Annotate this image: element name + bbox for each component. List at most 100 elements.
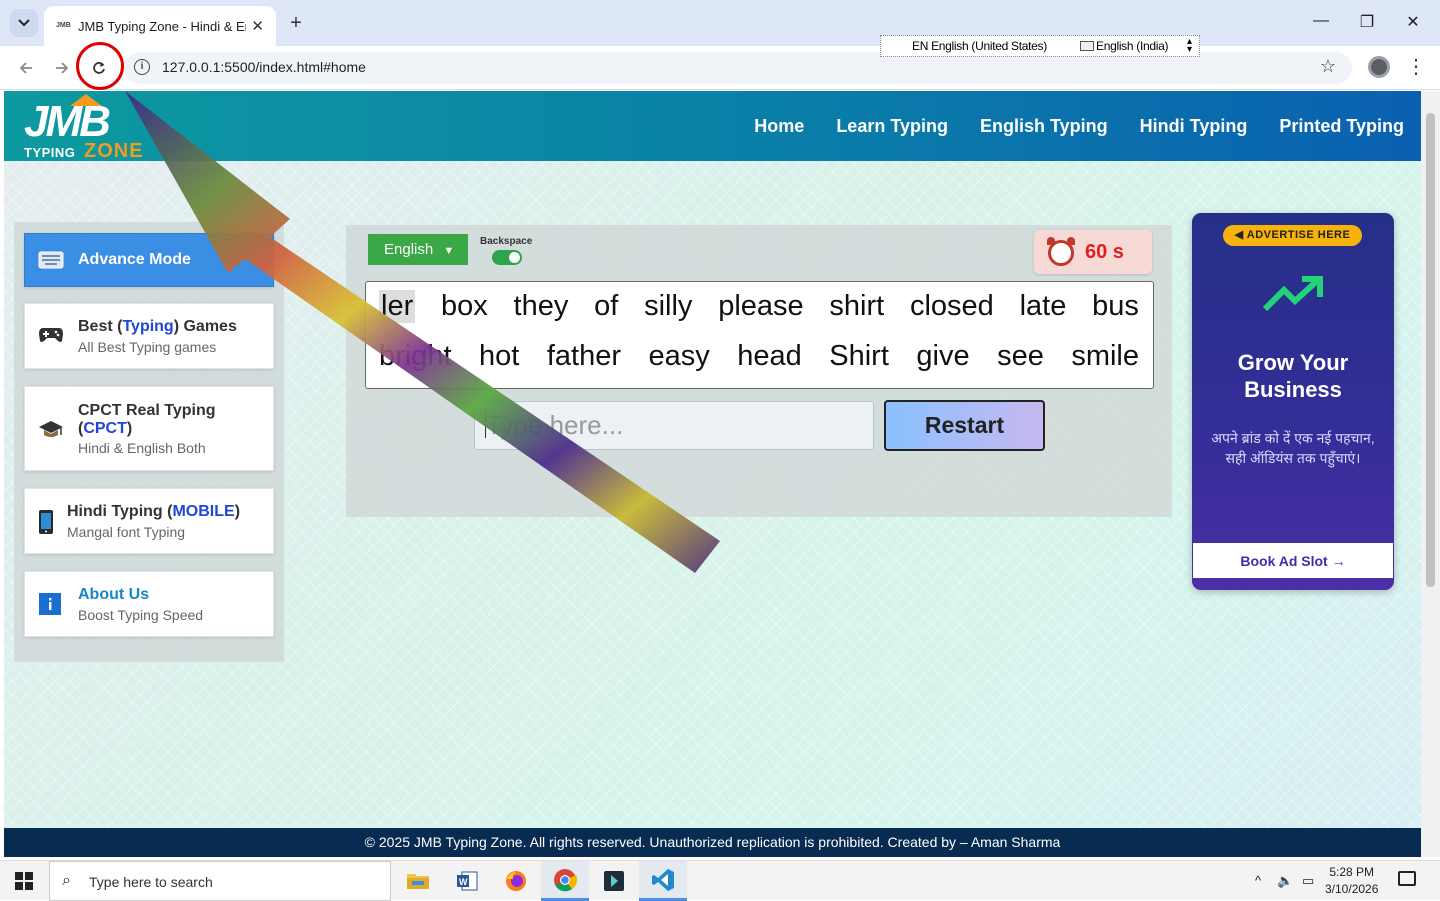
language-dropdown[interactable]: English ▼ [368, 234, 468, 265]
page-scrollbar[interactable] [1421, 91, 1440, 857]
input-language[interactable]: EN English (United States) [912, 39, 1047, 53]
logo-subtext: TYPING [24, 145, 76, 160]
back-button[interactable] [12, 54, 40, 82]
browser-tab[interactable]: JMB JMB Typing Zone - Hindi & Eng ✕ [44, 6, 276, 46]
nav-home[interactable]: Home [754, 116, 804, 137]
taskbar-search-placeholder: Type here to search [89, 874, 213, 890]
typing-input[interactable]: Type here... [474, 401, 874, 450]
system-clock[interactable]: 5:28 PM 3/10/2026 [1325, 864, 1378, 898]
browser-menu-icon[interactable]: ⋮ [1406, 54, 1426, 79]
sidebar-item-games[interactable]: Best (Typing) Games All Best Typing game… [24, 303, 274, 369]
text-line-2: bright hot father easy head Shirt give s… [379, 340, 1139, 373]
site-info-icon[interactable]: i [134, 59, 150, 75]
sidebar-item-hindi-mobile[interactable]: Hindi Typing (MOBILE) Mangal font Typing [24, 488, 274, 554]
sidebar-item-cpct[interactable]: CPCT Real Typing (CPCT) Hindi & English … [24, 386, 274, 471]
site-footer: © 2025 JMB Typing Zone. All rights reser… [4, 828, 1421, 857]
sidebar-item-advance-mode[interactable]: Advance Mode [24, 233, 274, 287]
app-launcher[interactable] [590, 861, 638, 901]
word: father [546, 340, 622, 372]
word: hot [479, 340, 520, 372]
sidebar-item-subtitle: Hindi & English Both [78, 440, 206, 456]
word: closed [909, 290, 994, 322]
word: box [441, 290, 488, 322]
nav-printed-typing[interactable]: Printed Typing [1279, 116, 1404, 137]
ad-title: Grow Your Business [1237, 350, 1349, 402]
nav-learn-typing[interactable]: Learn Typing [836, 116, 948, 137]
restore-button[interactable]: ❐ [1352, 12, 1382, 32]
word-app[interactable]: W [443, 861, 491, 901]
firefox-app[interactable] [492, 861, 540, 901]
sidebar-item-label: Hindi Typing (MOBILE) [67, 503, 241, 520]
windows-logo-icon [15, 872, 33, 890]
tab-search-button[interactable] [10, 9, 38, 37]
nav-hindi-typing[interactable]: Hindi Typing [1140, 116, 1248, 137]
dropdown-caret-icon: ▼ [443, 245, 455, 257]
vscode-app[interactable] [639, 861, 687, 901]
nav-english-typing[interactable]: English Typing [980, 116, 1108, 137]
word-icon: W [457, 871, 478, 891]
folder-icon [407, 874, 429, 889]
sidebar-item-about[interactable]: About Us Boost Typing Speed [24, 571, 274, 637]
web-page: JMB TYPING ZONE Home Learn Typing Englis… [4, 91, 1421, 857]
chrome-app[interactable] [541, 861, 589, 901]
megaphone-icon: ◀ [1234, 229, 1244, 241]
timer-value: 60 s [1085, 241, 1124, 263]
close-tab-icon[interactable]: ✕ [251, 17, 264, 35]
keyboard-layout-label[interactable]: English (India) [1080, 39, 1169, 53]
mobile-icon [39, 510, 53, 534]
arrow-left-icon [19, 62, 32, 74]
backspace-toggle[interactable] [492, 250, 522, 265]
word: of [594, 290, 619, 322]
new-tab-button[interactable]: + [284, 11, 308, 35]
minimize-button[interactable]: — [1306, 12, 1336, 30]
language-bar-options-icon[interactable]: ▴ ▾ [1187, 37, 1192, 55]
firefox-icon [506, 871, 526, 891]
word: late [1019, 290, 1067, 322]
network-icon[interactable]: ▭ [1302, 873, 1314, 889]
language-bar[interactable]: EN English (United States) English (Indi… [880, 35, 1200, 57]
bookmark-star-icon[interactable]: ☆ [1320, 56, 1336, 77]
show-hidden-icons[interactable]: ^ [1255, 873, 1261, 888]
notification-icon[interactable] [1398, 871, 1416, 886]
text-line-1: ler box they of silly please shirt close… [379, 290, 1139, 323]
forward-button[interactable] [48, 54, 76, 82]
start-button[interactable] [0, 861, 48, 901]
keyboard-icon [38, 251, 64, 269]
search-icon: ⌕ [62, 872, 71, 889]
logo-text: JMB [24, 97, 111, 146]
word: bus [1092, 290, 1139, 322]
profile-avatar[interactable] [1368, 56, 1390, 78]
app-icon [604, 871, 624, 891]
reload-highlight-circle [76, 42, 124, 90]
sidebar-item-subtitle: Mangal font Typing [67, 524, 186, 540]
volume-icon[interactable]: 🔈 [1277, 873, 1293, 889]
word: they [513, 290, 569, 322]
site-logo[interactable]: JMB TYPING ZONE [24, 94, 149, 162]
sidebar-item-label: Best (Typing) Games [78, 318, 237, 335]
windows-taskbar: ⌕ Type here to search W ^ 🔈 ▭ 5:28 PM 3/1… [0, 860, 1440, 901]
sidebar: Advance Mode Best (Typing) Games All Bes… [14, 222, 284, 662]
window-close-button[interactable]: ✕ [1398, 12, 1428, 32]
word: head [737, 340, 802, 372]
current-word: ler [379, 290, 416, 323]
arrow-right-icon [56, 62, 69, 74]
book-ad-slot-button[interactable]: Book Ad Slot → [1193, 543, 1393, 578]
backspace-label: Backspace [480, 236, 533, 247]
trending-up-icon [1262, 276, 1323, 312]
main-nav: Home Learn Typing English Typing Hindi T… [754, 116, 1404, 137]
chevron-down-icon [18, 19, 30, 27]
taskbar-search[interactable]: ⌕ Type here to search [49, 861, 391, 901]
word: Shirt [829, 340, 889, 372]
timer-display: 60 s [1034, 230, 1152, 274]
url-text[interactable]: 127.0.0.1:5500/index.html#home [162, 59, 366, 75]
word: silly [644, 290, 693, 322]
restart-button[interactable]: Restart [884, 400, 1045, 451]
file-explorer-app[interactable] [394, 861, 442, 901]
word: see [997, 340, 1044, 372]
keyboard-icon [1080, 41, 1094, 51]
site-favicon-icon: JMB [56, 22, 71, 29]
word: give [916, 340, 970, 372]
graduation-cap-icon [39, 421, 63, 437]
ad-card: ◀ ADVERTISE HERE Grow Your Business अपने … [1192, 213, 1394, 590]
scrollbar-thumb[interactable] [1426, 113, 1435, 587]
